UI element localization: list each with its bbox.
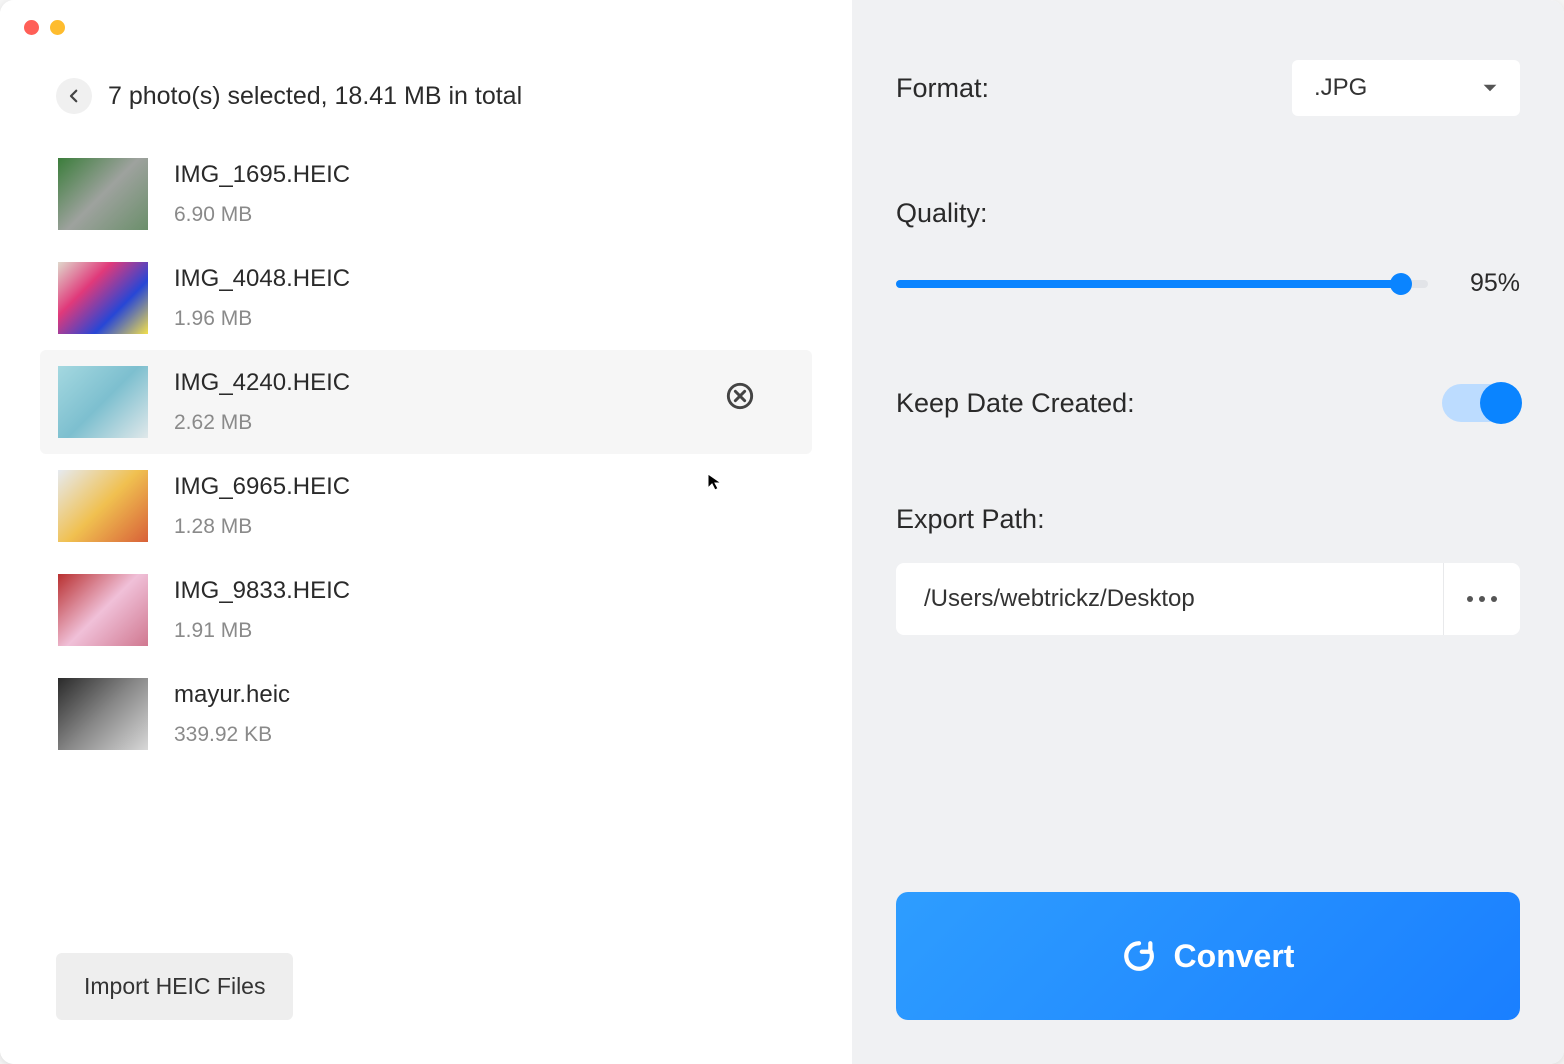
file-item[interactable]: mayur.heic 339.92 KB: [40, 662, 812, 766]
quality-value: 95%: [1460, 269, 1520, 298]
toggle-knob: [1480, 382, 1522, 424]
exportpath-value: /Users/webtrickz/Desktop: [896, 563, 1444, 635]
format-select[interactable]: .JPG: [1292, 60, 1520, 116]
ellipsis-icon: [1467, 596, 1497, 602]
chevron-left-icon: [65, 87, 83, 105]
format-row: Format: .JPG: [896, 60, 1520, 116]
file-info: IMG_1695.HEIC 6.90 MB: [174, 161, 350, 227]
browse-button[interactable]: [1444, 563, 1520, 635]
window-close-button[interactable]: [24, 20, 39, 35]
chevron-down-icon: [1482, 82, 1498, 94]
file-thumbnail: [58, 470, 148, 542]
back-button[interactable]: [56, 78, 92, 114]
titlebar: [0, 0, 1564, 54]
file-thumbnail: [58, 678, 148, 750]
file-thumbnail: [58, 366, 148, 438]
file-name: IMG_4240.HEIC: [174, 369, 350, 397]
format-label: Format:: [896, 73, 989, 104]
window-minimize-button[interactable]: [50, 20, 65, 35]
exportpath-row: Export Path: /Users/webtrickz/Desktop: [896, 504, 1520, 635]
file-name: mayur.heic: [174, 681, 290, 709]
file-name: IMG_6965.HEIC: [174, 473, 350, 501]
selection-summary: 7 photo(s) selected, 18.41 MB in total: [108, 82, 522, 111]
keepdate-label: Keep Date Created:: [896, 388, 1135, 419]
file-size: 339.92 KB: [174, 723, 290, 747]
file-info: IMG_9833.HEIC 1.91 MB: [174, 577, 350, 643]
keepdate-row: Keep Date Created:: [896, 384, 1520, 422]
quality-slider-thumb[interactable]: [1390, 273, 1412, 295]
file-name: IMG_9833.HEIC: [174, 577, 350, 605]
quality-row: Quality: 95%: [896, 198, 1520, 298]
left-panel: 7 photo(s) selected, 18.41 MB in total I…: [0, 0, 852, 1064]
file-item[interactable]: IMG_6965.HEIC 1.28 MB: [40, 454, 812, 558]
file-item[interactable]: IMG_9833.HEIC 1.91 MB: [40, 558, 812, 662]
file-thumbnail: [58, 574, 148, 646]
file-thumbnail: [58, 262, 148, 334]
quality-slider-row: 95%: [896, 269, 1520, 298]
exportpath-field: /Users/webtrickz/Desktop: [896, 563, 1520, 635]
remove-file-button[interactable]: [726, 382, 754, 410]
file-size: 1.96 MB: [174, 307, 350, 331]
x-circle-icon: [726, 382, 754, 410]
refresh-icon: [1122, 939, 1156, 973]
settings-panel: Format: .JPG Quality: 95% Keep Date Crea…: [852, 0, 1564, 1064]
exportpath-label: Export Path:: [896, 504, 1520, 535]
file-size: 2.62 MB: [174, 411, 350, 435]
quality-slider-fill: [896, 280, 1401, 288]
file-info: IMG_4048.HEIC 1.96 MB: [174, 265, 350, 331]
file-thumbnail: [58, 158, 148, 230]
file-size: 1.28 MB: [174, 515, 350, 539]
file-size: 6.90 MB: [174, 203, 350, 227]
file-name: IMG_4048.HEIC: [174, 265, 350, 293]
file-item[interactable]: IMG_4048.HEIC 1.96 MB: [40, 246, 812, 350]
convert-button-label: Convert: [1174, 938, 1295, 975]
file-name: IMG_1695.HEIC: [174, 161, 350, 189]
file-info: IMG_6965.HEIC 1.28 MB: [174, 473, 350, 539]
format-value: .JPG: [1314, 74, 1367, 102]
convert-button[interactable]: Convert: [896, 892, 1520, 1020]
file-list: IMG_1695.HEIC 6.90 MB IMG_4048.HEIC 1.96 MB…: [0, 142, 852, 925]
quality-label: Quality:: [896, 198, 1520, 229]
quality-slider[interactable]: [896, 280, 1428, 288]
file-item[interactable]: IMG_1695.HEIC 6.90 MB: [40, 142, 812, 246]
keepdate-toggle[interactable]: [1442, 384, 1520, 422]
header-row: 7 photo(s) selected, 18.41 MB in total: [0, 78, 852, 142]
import-heic-button[interactable]: Import HEIC Files: [56, 953, 293, 1020]
file-info: IMG_4240.HEIC 2.62 MB: [174, 369, 350, 435]
app-window: 7 photo(s) selected, 18.41 MB in total I…: [0, 0, 1564, 1064]
file-info: mayur.heic 339.92 KB: [174, 681, 290, 747]
file-size: 1.91 MB: [174, 619, 350, 643]
file-item[interactable]: IMG_4240.HEIC 2.62 MB: [40, 350, 812, 454]
